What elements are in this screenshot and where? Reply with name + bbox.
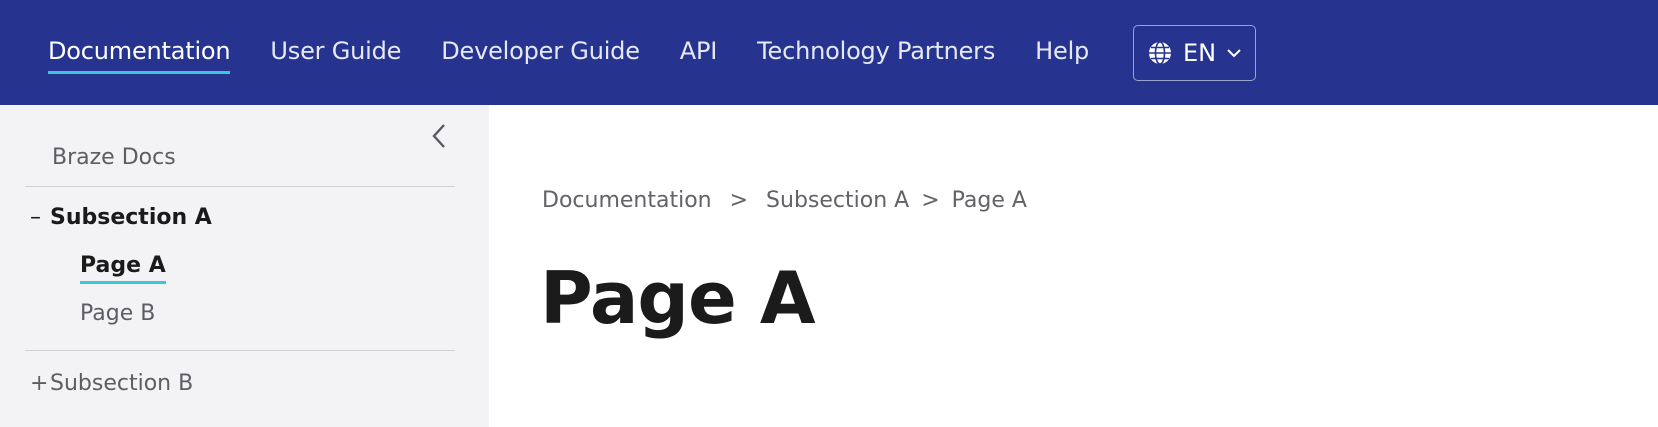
sidebar-section-label: Subsection B <box>50 371 194 396</box>
breadcrumb-separator: > <box>729 188 749 213</box>
sidebar: Braze Docs – Subsection A Page A Page B +… <box>0 105 489 427</box>
chevron-down-icon <box>1226 48 1242 58</box>
sidebar-item-page-a[interactable]: Page A <box>80 253 166 284</box>
breadcrumb-separator: > <box>921 188 940 213</box>
globe-icon <box>1147 40 1173 66</box>
sidebar-section-subsection-a[interactable]: – Subsection A <box>30 205 212 230</box>
sidebar-divider <box>25 350 455 351</box>
nav-link-help[interactable]: Help <box>1035 39 1089 69</box>
breadcrumb-item-page-a: Page A <box>951 188 1027 213</box>
nav-link-developer-guide[interactable]: Developer Guide <box>441 39 640 69</box>
breadcrumb: Documentation > Subsection A > Page A <box>542 188 1027 213</box>
expand-mark: + <box>30 371 49 396</box>
collapse-mark: – <box>30 205 41 230</box>
sidebar-item-page-b[interactable]: Page B <box>80 301 155 326</box>
nav-link-technology-partners[interactable]: Technology Partners <box>757 39 995 69</box>
sidebar-section-label: Subsection A <box>50 205 212 230</box>
nav-link-api[interactable]: API <box>680 39 718 69</box>
sidebar-section-subsection-b[interactable]: +Subsection B <box>30 371 193 396</box>
breadcrumb-item-subsection-a[interactable]: Subsection A <box>766 188 909 213</box>
nav-link-documentation[interactable]: Documentation <box>48 39 231 74</box>
language-selector[interactable]: EN <box>1133 24 1257 81</box>
top-navigation: Documentation User Guide Developer Guide… <box>0 0 1658 105</box>
breadcrumb-item-documentation[interactable]: Documentation <box>542 188 712 213</box>
language-label: EN <box>1183 38 1217 67</box>
sidebar-divider <box>25 186 455 187</box>
chevron-left-icon[interactable] <box>428 121 450 151</box>
nav-link-user-guide[interactable]: User Guide <box>270 39 401 69</box>
sidebar-item-braze-docs[interactable]: Braze Docs <box>52 145 176 170</box>
page-title: Page A <box>540 256 816 340</box>
